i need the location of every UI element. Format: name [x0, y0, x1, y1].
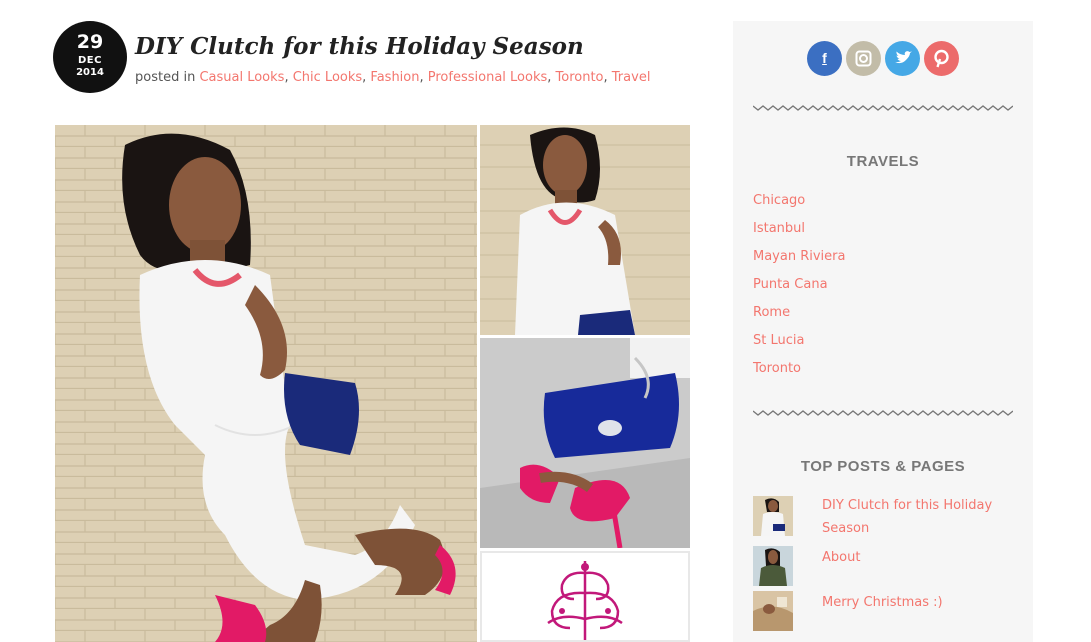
- post-date-year: 2014: [76, 67, 104, 78]
- category-link-professional-looks[interactable]: Professional Looks: [428, 70, 547, 85]
- travels-widget-title: TRAVELS: [846, 153, 920, 170]
- collage-photo-bottom-right[interactable]: [480, 551, 690, 642]
- category-link-casual-looks[interactable]: Casual Looks: [199, 70, 284, 85]
- list-item: Chicago: [753, 191, 845, 219]
- travel-link-chicago[interactable]: Chicago: [753, 193, 805, 208]
- collage-photo-top-right[interactable]: [480, 125, 690, 335]
- list-item: Toronto: [753, 359, 845, 387]
- post-meta: posted in Casual Looks, Chic Looks, Fash…: [135, 70, 651, 85]
- list-item: Punta Cana: [753, 275, 845, 303]
- collage-photo-main[interactable]: [55, 125, 477, 642]
- social-icons: f: [733, 41, 1033, 77]
- top-posts-widget-title: TOP POSTS & PAGES: [800, 458, 966, 475]
- category-link-travel[interactable]: Travel: [612, 70, 651, 85]
- travel-link-istanbul[interactable]: Istanbul: [753, 221, 805, 236]
- list-item: Rome: [753, 303, 845, 331]
- post-thumbnail[interactable]: [753, 591, 793, 631]
- post-thumbnail[interactable]: [753, 546, 793, 586]
- list-item: St Lucia: [753, 331, 845, 359]
- post-thumbnail[interactable]: [753, 496, 793, 536]
- instagram-icon[interactable]: [846, 41, 881, 76]
- category-link-toronto[interactable]: Toronto: [556, 70, 604, 85]
- category-link-chic-looks[interactable]: Chic Looks: [293, 70, 362, 85]
- post-date-badge: 29 DEC 2014: [53, 21, 127, 93]
- pinterest-icon[interactable]: [924, 41, 959, 76]
- top-post-link-merry-christmas[interactable]: Merry Christmas :): [822, 591, 1007, 614]
- top-post-link-about[interactable]: About: [822, 546, 1007, 569]
- travels-list: Chicago Istanbul Mayan Riviera Punta Can…: [753, 191, 845, 387]
- twitter-icon[interactable]: [885, 41, 920, 76]
- travel-link-mayan-riviera[interactable]: Mayan Riviera: [753, 249, 845, 264]
- posted-in-label: posted in: [135, 70, 196, 85]
- travel-link-rome[interactable]: Rome: [753, 305, 790, 320]
- travel-link-toronto[interactable]: Toronto: [753, 361, 801, 376]
- top-post-link-diy-clutch[interactable]: DIY Clutch for this Holiday Season: [822, 494, 1007, 540]
- collage-photo-middle-right[interactable]: [480, 338, 690, 548]
- travel-link-st-lucia[interactable]: St Lucia: [753, 333, 804, 348]
- wavy-divider: [753, 410, 1013, 416]
- post-date-month: DEC: [78, 55, 102, 66]
- post-thumbnail[interactable]: [753, 636, 793, 642]
- post-title[interactable]: DIY Clutch for this Holiday Season: [135, 31, 584, 63]
- facebook-icon[interactable]: f: [807, 41, 842, 76]
- wavy-divider: [753, 105, 1013, 111]
- list-item: Mayan Riviera: [753, 247, 845, 275]
- post-date-day: 29: [76, 31, 104, 53]
- category-link-fashion[interactable]: Fashion: [370, 70, 419, 85]
- travel-link-punta-cana[interactable]: Punta Cana: [753, 277, 828, 292]
- list-item: Istanbul: [753, 219, 845, 247]
- post-photo-collage[interactable]: [55, 125, 691, 642]
